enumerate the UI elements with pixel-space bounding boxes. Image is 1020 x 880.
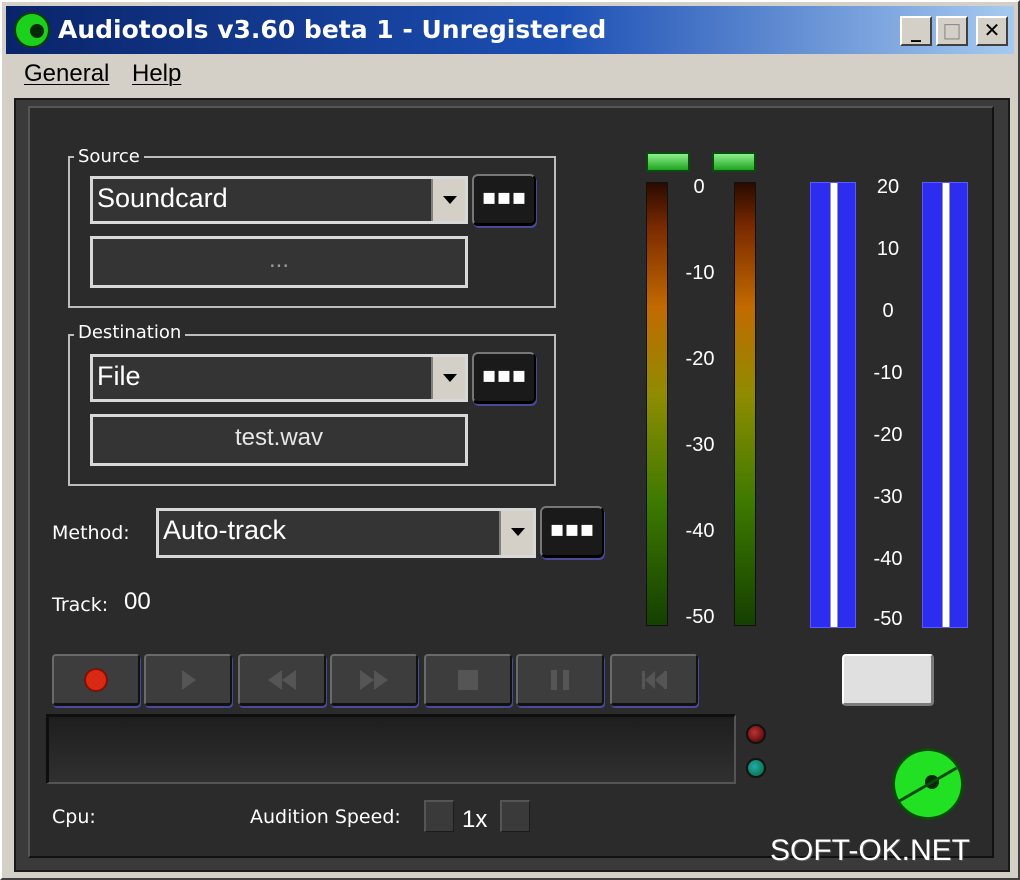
- right-vu-meter: [734, 182, 756, 626]
- vu-scale-label: -50: [685, 606, 715, 628]
- pause-button[interactable]: [516, 654, 604, 706]
- gain-scale-label: 10: [876, 238, 900, 260]
- minimize-button[interactable]: _: [900, 16, 932, 46]
- chevron-down-icon[interactable]: [431, 179, 465, 221]
- gain-scale-label: -40: [873, 548, 903, 570]
- watermark-text: SOFT-OK.NET: [770, 834, 971, 867]
- vu-scale-label: -40: [685, 520, 715, 542]
- destination-group-label: Destination: [74, 322, 186, 343]
- left-gain-slider[interactable]: [830, 183, 838, 627]
- play-icon: [182, 669, 196, 690]
- method-options-button[interactable]: ▪▪▪: [540, 506, 604, 558]
- stop-button[interactable]: [424, 654, 512, 706]
- method-label: Method:: [52, 522, 130, 544]
- fast-forward-button[interactable]: [330, 654, 418, 706]
- audition-speed-value: 1x: [462, 806, 488, 833]
- app-logo-icon: [14, 12, 50, 48]
- app-logo-icon: [892, 748, 964, 820]
- menu-bar: General Help: [6, 56, 1014, 92]
- rewind-button[interactable]: [238, 654, 326, 706]
- source-select[interactable]: Soundcard: [90, 176, 468, 224]
- stop-icon: [458, 669, 478, 690]
- chevron-down-icon[interactable]: [431, 357, 465, 399]
- play-button[interactable]: [144, 654, 232, 706]
- status-indicator-led: [746, 758, 766, 778]
- audition-speed-label: Audition Speed:: [250, 806, 401, 828]
- source-info-field: ...: [90, 236, 468, 288]
- progress-display: [46, 714, 736, 784]
- source-select-value: Soundcard: [97, 183, 228, 213]
- record-indicator-led: [746, 724, 766, 744]
- rewind-icon: [268, 669, 296, 690]
- method-select-value: Auto-track: [163, 515, 287, 545]
- gain-scale-label: 20: [876, 176, 900, 198]
- fast-forward-icon: [360, 669, 388, 690]
- right-gain-slider[interactable]: [942, 183, 950, 627]
- title-bar[interactable]: Audiotools v3.60 beta 1 - Unregistered _…: [6, 6, 1014, 54]
- left-gain-meter[interactable]: [810, 182, 856, 628]
- left-peak-led: [646, 152, 690, 172]
- gain-scale-label: -30: [873, 486, 903, 508]
- destination-select-value: File: [97, 361, 141, 391]
- gain-scale-label: 0: [882, 300, 894, 322]
- close-button[interactable]: ✕: [976, 16, 1008, 46]
- track-label: Track:: [52, 594, 109, 616]
- chevron-down-icon[interactable]: [499, 511, 533, 555]
- source-options-button[interactable]: ▪▪▪: [472, 174, 536, 226]
- record-icon: [84, 667, 108, 692]
- menu-general[interactable]: General: [24, 60, 109, 88]
- window-title: Audiotools v3.60 beta 1 - Unregistered: [58, 15, 607, 44]
- audition-speed-decrease[interactable]: [424, 800, 454, 832]
- cpu-label: Cpu:: [52, 806, 96, 828]
- pause-icon: [551, 669, 569, 690]
- vu-scale-label: -30: [685, 434, 715, 456]
- destination-select[interactable]: File: [90, 354, 468, 402]
- menu-help[interactable]: Help: [132, 60, 181, 88]
- skip-button[interactable]: [610, 654, 698, 706]
- record-button[interactable]: [52, 654, 140, 706]
- vu-scale-label: -20: [685, 348, 715, 370]
- left-vu-meter: [646, 182, 668, 626]
- gain-scale-label: -50: [873, 608, 903, 630]
- skip-icon: [642, 670, 667, 689]
- track-number: 00: [124, 588, 151, 615]
- vu-scale-label: 0: [693, 176, 705, 198]
- destination-filename-field[interactable]: test.wav: [90, 414, 468, 466]
- vu-scale-label: -10: [685, 262, 715, 284]
- right-gain-meter[interactable]: [922, 182, 968, 628]
- right-peak-led: [712, 152, 756, 172]
- destination-options-button[interactable]: ▪▪▪: [472, 352, 536, 404]
- gain-scale-label: -10: [873, 362, 903, 384]
- meter-reset-button[interactable]: [842, 654, 934, 706]
- method-select[interactable]: Auto-track: [156, 508, 536, 558]
- gain-scale-label: -20: [873, 424, 903, 446]
- source-group-label: Source: [74, 146, 144, 167]
- audition-speed-increase[interactable]: [500, 800, 530, 832]
- maximize-button[interactable]: □: [936, 16, 968, 46]
